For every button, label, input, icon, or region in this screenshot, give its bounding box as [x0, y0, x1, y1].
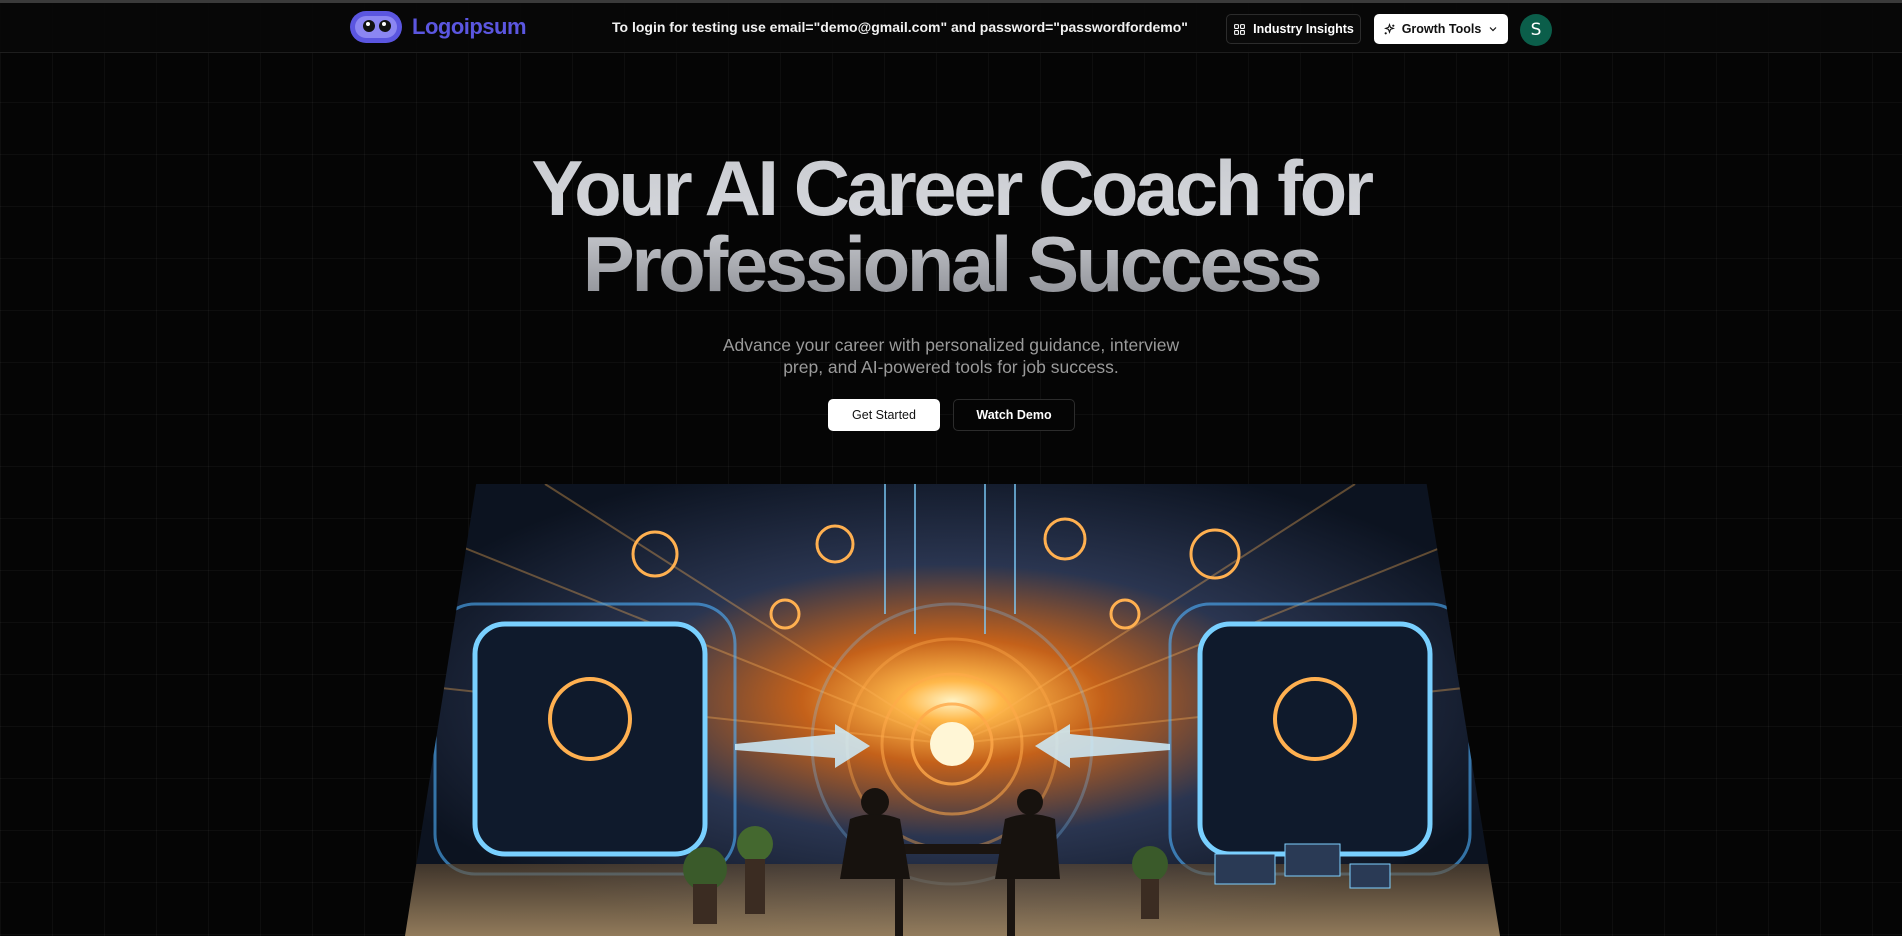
logo[interactable]: Logoipsum [350, 11, 527, 43]
site-header: Logoipsum To login for testing use email… [0, 3, 1902, 53]
ai-career-coach-illustration [405, 484, 1500, 936]
hero-subtitle: Advance your career with personalized gu… [722, 335, 1180, 377]
layout-grid-icon [1234, 23, 1246, 35]
industry-insights-label: Industry Insights [1253, 22, 1354, 36]
hero-title: Your AI Career Coach for Professional Su… [0, 150, 1902, 302]
logo-text: Logoipsum [412, 14, 527, 39]
get-started-button[interactable]: Get Started [828, 399, 940, 431]
watch-demo-button[interactable]: Watch Demo [953, 399, 1075, 431]
user-avatar[interactable]: S [1520, 14, 1552, 46]
growth-tools-label: Growth Tools [1401, 22, 1482, 36]
login-note: To login for testing use email="demo@gma… [612, 19, 1188, 35]
chevron-down-icon [1489, 27, 1497, 32]
growth-tools-button[interactable]: Growth Tools [1374, 14, 1508, 44]
logo-icon [350, 11, 402, 43]
hero-banner-image [405, 484, 1500, 936]
industry-insights-button[interactable]: Industry Insights [1226, 14, 1361, 44]
hero-title-line-2: Professional Success [582, 220, 1320, 308]
hero-title-line-1: Your AI Career Coach for [531, 144, 1371, 232]
sparkles-icon [1383, 22, 1395, 34]
